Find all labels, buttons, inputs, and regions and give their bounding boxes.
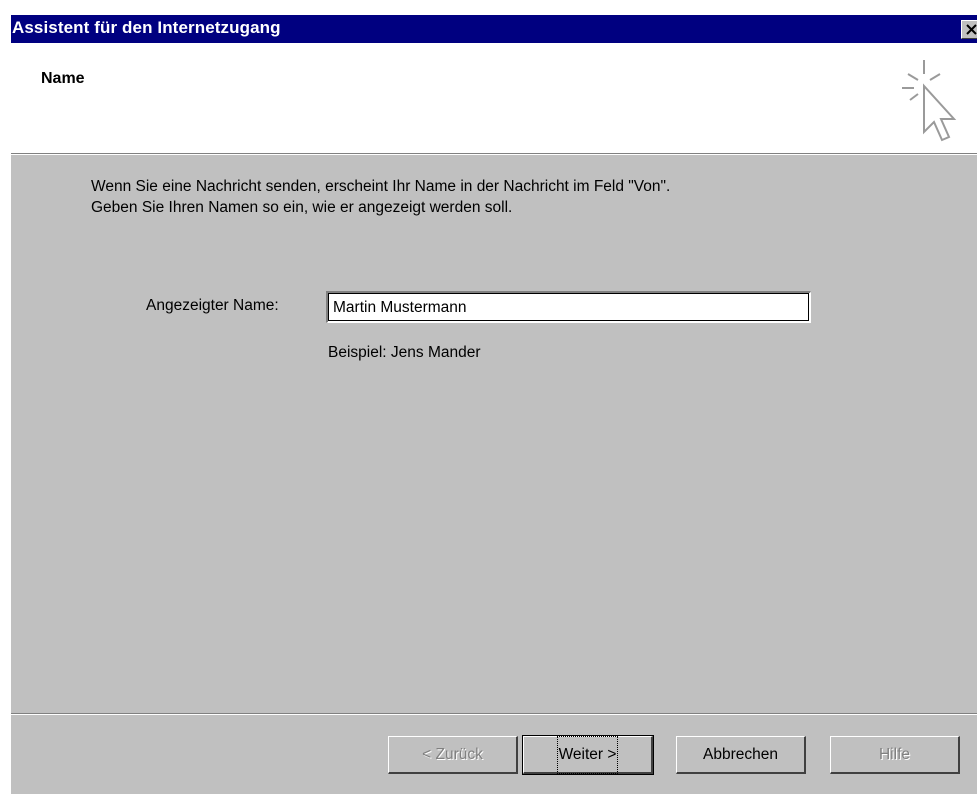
- cancel-button-label: Abbrechen: [703, 745, 778, 763]
- display-name-label-text: Angezeigter Name:: [146, 297, 279, 314]
- instruction-line-2: Geben Sie Ihren Namen so ein, wie er ang…: [91, 199, 513, 216]
- back-button-label: < Zurück: [422, 745, 483, 763]
- instruction-text: Wenn Sie eine Nachricht senden, erschein…: [91, 176, 670, 218]
- next-button[interactable]: Weiter >: [522, 735, 654, 775]
- title-bar[interactable]: Assistent für den Internetzugang: [11, 15, 977, 43]
- help-button-label: Hilfe: [878, 745, 910, 763]
- footer-divider: [11, 713, 977, 715]
- header-divider: [11, 153, 977, 155]
- example-text: Beispiel: Jens Mander: [328, 344, 481, 361]
- close-button[interactable]: [961, 20, 977, 39]
- close-icon: [966, 24, 977, 35]
- display-name-input[interactable]: [326, 291, 811, 323]
- cancel-button[interactable]: Abbrechen: [676, 736, 806, 774]
- help-button[interactable]: Hilfe: [830, 736, 960, 774]
- window-title: Assistent für den Internetzugang: [12, 18, 281, 37]
- instruction-line-1: Wenn Sie eine Nachricht senden, erschein…: [91, 178, 671, 195]
- next-button-label: Weiter >: [556, 735, 619, 774]
- wizard-header: Name: [11, 43, 977, 153]
- wizard-cursor-icon: [902, 60, 957, 142]
- display-name-label: Angezeigter Name:: [146, 297, 279, 315]
- page-title: Name: [41, 70, 85, 87]
- back-button[interactable]: < Zurück: [388, 736, 518, 774]
- wizard-window: Assistent für den Internetzugang Name We…: [11, 15, 977, 794]
